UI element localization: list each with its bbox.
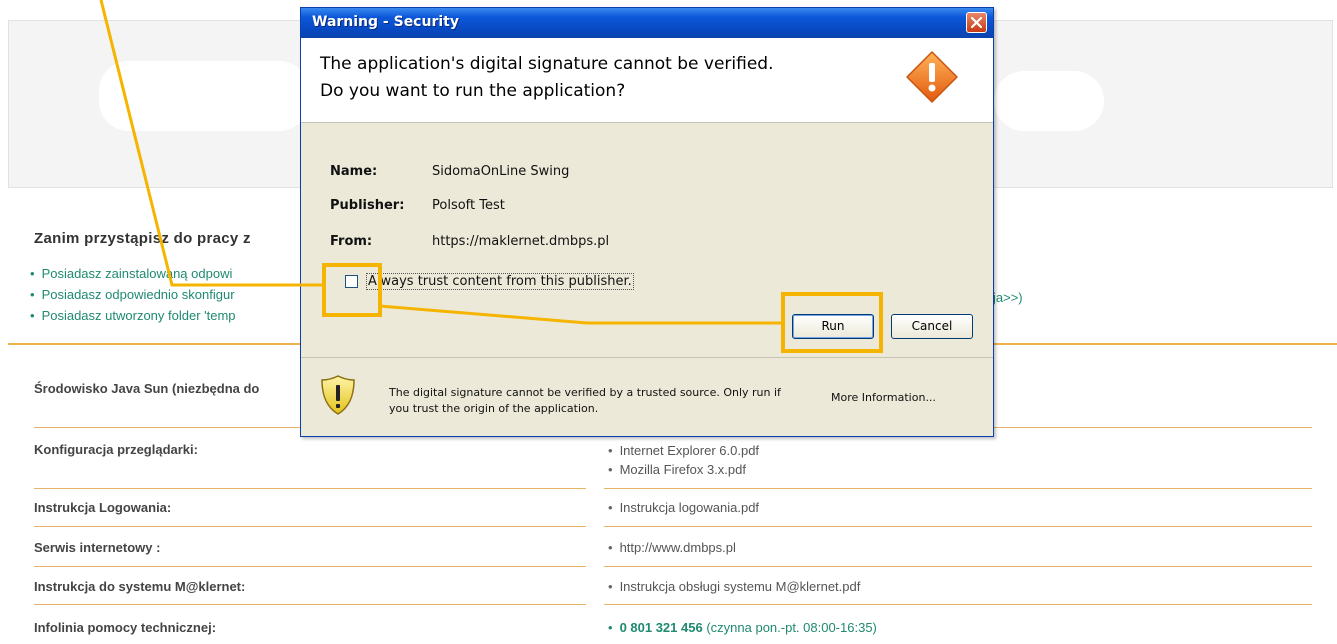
field-value-publisher: Polsoft Test [432,198,505,213]
dialog-header: The application's digital signature cann… [301,38,993,123]
dialog-title: Warning - Security [312,14,459,30]
field-label-name: Name: [330,164,378,179]
row-divider [34,604,586,605]
row-divider [604,488,1312,489]
warning-diamond-icon [906,51,958,103]
intro-title: Zanim przystąpisz do pracy z [34,230,251,247]
field-label-publisher: Publisher: [330,198,405,213]
row-label-browser-config: Konfiguracja przeglądarki: [34,442,198,457]
cancel-button[interactable]: Cancel [891,314,973,339]
field-value-name: SidomaOnLine Swing [432,164,570,179]
security-warning-dialog: Warning - Security The application's dig… [300,7,994,437]
footer-warning-text: The digital signature cannot be verified… [389,386,781,415]
dialog-heading-line1: The application's digital signature cann… [320,54,774,74]
field-label-from: From: [330,234,373,249]
always-trust-label[interactable]: Always trust content from this publisher… [366,273,634,290]
row-label-java: Środowisko Java Sun (niezbędna do [34,381,260,396]
download-link-firefox[interactable]: • Mozilla Firefox 3.x.pdf [608,462,746,477]
row-label-helpline: Infolinia pomocy technicznej: [34,620,217,635]
helpline-item: • 0 801 321 456 (czynna pon.-pt. 08:00-16… [608,620,877,635]
banner-logo-blur [99,61,309,131]
download-link-manual[interactable]: • Instrukcja obsługi systemu M@klernet.pd… [608,579,860,594]
download-link-ie[interactable]: • Internet Explorer 6.0.pdf [608,443,759,458]
requirement-item[interactable]: Posiadasz odpowiednio skonfigur [30,284,236,305]
field-value-from: https://maklernet.dmbps.pl [432,234,610,249]
close-icon [971,17,982,28]
run-button[interactable]: Run [792,314,874,339]
row-divider [34,526,586,527]
website-link[interactable]: • http://www.dmbps.pl [608,540,736,555]
row-divider [604,566,1312,567]
requirement-item[interactable]: Posiadasz zainstalowaną odpowi [30,263,236,284]
requirement-item[interactable]: Posiadasz utworzony folder 'temp [30,305,236,326]
helpline-hours: (czynna pon.-pt. 08:00-16:35) [706,620,877,635]
row-label-website: Serwis internetowy : [34,540,161,555]
dialog-titlebar[interactable]: Warning - Security [301,8,993,38]
shield-warning-icon [321,375,355,415]
row-label-system-manual: Instrukcja do systemu M@klernet: [34,579,246,594]
row-divider [604,604,1312,605]
requirement-link-tail[interactable]: ja>>) [993,290,1023,305]
always-trust-checkbox[interactable] [345,275,358,288]
row-label-login-instructions: Instrukcja Logowania: [34,500,172,515]
more-information-link[interactable]: More Information... [831,391,936,404]
row-divider [604,526,1312,527]
requirements-list: Posiadasz zainstalowaną odpowi Posiadasz… [30,263,236,326]
banner-logo-blur-right [994,71,1104,131]
download-link-login-pdf[interactable]: • Instrukcja logowania.pdf [608,500,759,515]
row-divider [34,566,586,567]
row-divider [34,488,586,489]
helpline-number: 0 801 321 456 [619,620,703,635]
footer-divider [301,357,993,358]
dialog-heading-line2: Do you want to run the application? [320,81,626,101]
close-button[interactable] [966,12,987,33]
